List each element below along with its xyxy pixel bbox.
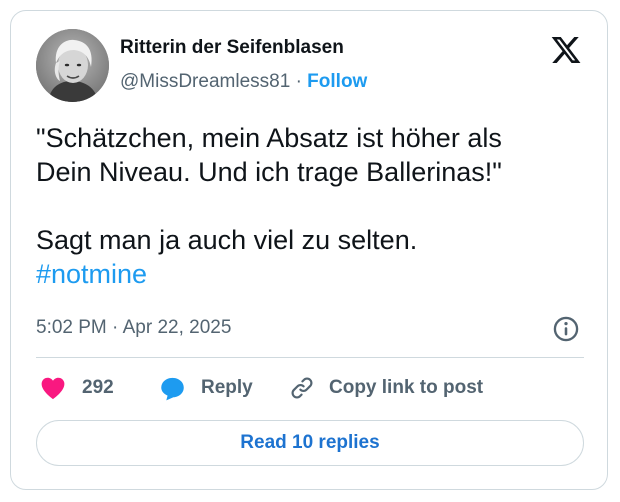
x-logo-icon[interactable]: [550, 34, 582, 66]
post-text-blank-line: [36, 189, 586, 223]
follow-link[interactable]: Follow: [307, 71, 367, 92]
read-replies-label: Read 10 replies: [240, 432, 380, 453]
avatar-photo: [36, 29, 109, 102]
reply-label: Reply: [201, 377, 253, 398]
speech-bubble-icon: [161, 377, 184, 400]
divider: [36, 357, 584, 358]
post-text-line: Dein Niveau. Und ich trage Ballerinas!": [36, 157, 502, 187]
post-text: "Schätzchen, mein Absatz ist höher als D…: [36, 121, 586, 291]
embedded-post-card: Ritterin der Seifenblasen @MissDreamless…: [10, 10, 608, 490]
heart-icon: [41, 377, 65, 400]
copy-link-button[interactable]: Copy link to post: [289, 371, 483, 405]
author-handle[interactable]: @MissDreamless81: [120, 71, 290, 92]
reply-button[interactable]: Reply: [159, 371, 253, 405]
read-replies-button[interactable]: Read 10 replies: [36, 420, 584, 466]
link-icon: [291, 377, 313, 399]
handle-separator: ·: [295, 71, 302, 92]
post-text-line: "Schätzchen, mein Absatz ist höher als: [36, 123, 502, 153]
author-avatar[interactable]: [36, 29, 109, 102]
author-name[interactable]: Ritterin der Seifenblasen: [120, 37, 344, 59]
hashtag-link[interactable]: #notmine: [36, 257, 586, 291]
post-timestamp[interactable]: 5:02 PM · Apr 22, 2025: [36, 317, 231, 339]
info-icon[interactable]: [552, 315, 580, 343]
like-button[interactable]: 292: [40, 371, 114, 405]
post-text-line: Sagt man ja auch viel zu selten.: [36, 225, 418, 255]
like-count: 292: [82, 377, 114, 398]
author-handle-row: @MissDreamless81 · Follow: [120, 71, 367, 93]
copy-link-label: Copy link to post: [329, 377, 484, 398]
